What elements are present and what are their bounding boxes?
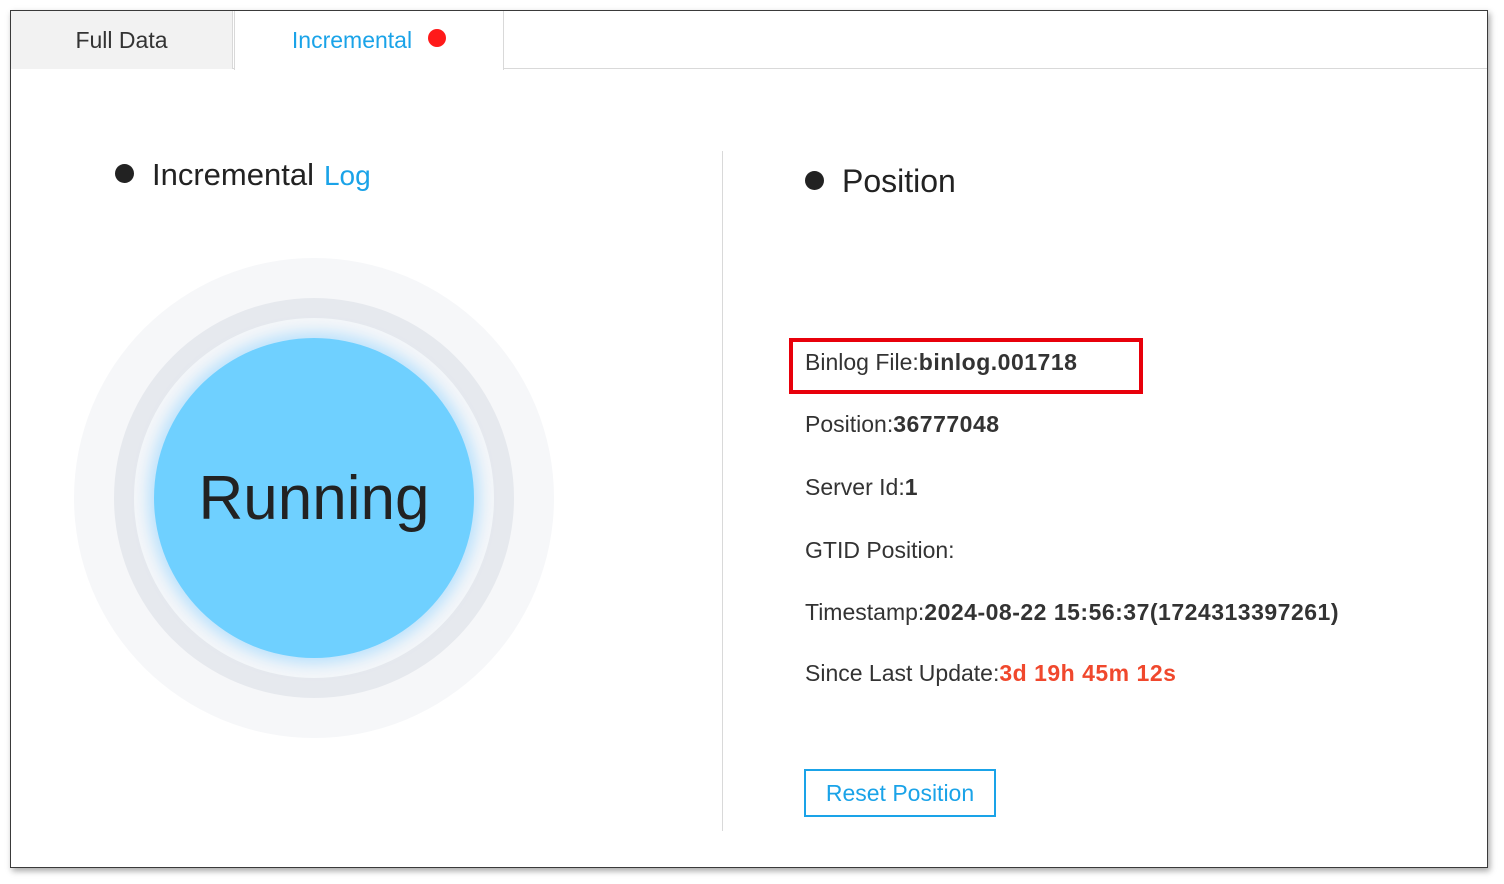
- position-row: Position:36777048: [805, 411, 1000, 438]
- reset-position-button[interactable]: Reset Position: [804, 769, 996, 817]
- status-indicator: Running: [154, 338, 474, 658]
- app-frame: Full Data Incremental Incremental Log Ru…: [10, 10, 1488, 868]
- incremental-log-heading: Incremental Log: [115, 157, 371, 193]
- position-value: 36777048: [893, 411, 1000, 437]
- since-last-update-row: Since Last Update:3d 19h 45m 12s: [805, 660, 1176, 687]
- timestamp-row: Timestamp:2024-08-22 15:56:37(1724313397…: [805, 599, 1339, 626]
- binlog-file-value: binlog.001718: [918, 349, 1078, 375]
- reset-position-label: Reset Position: [825, 779, 975, 806]
- position-title: Position: [842, 163, 956, 199]
- position-label: Position:: [805, 411, 894, 437]
- tab-bar: Full Data Incremental: [11, 11, 1487, 70]
- server-id-row: Server Id:1: [805, 474, 918, 501]
- position-heading: Position: [805, 163, 956, 200]
- gtid-position-label: GTID Position:: [805, 537, 955, 563]
- timestamp-value: 2024-08-22 15:56:37(1724313397261): [924, 599, 1339, 625]
- since-last-update-value: 3d 19h 45m 12s: [999, 660, 1177, 686]
- status-text: Running: [198, 463, 430, 533]
- binlog-file-row: Binlog File:binlog.001718: [805, 349, 1077, 376]
- timestamp-label: Timestamp:: [805, 599, 925, 625]
- tab-full-data-label: Full Data: [75, 26, 168, 53]
- server-id-label: Server Id:: [805, 474, 905, 500]
- binlog-file-label: Binlog File:: [805, 349, 919, 375]
- tab-incremental-label: Incremental: [291, 27, 413, 53]
- gtid-position-row: GTID Position:: [805, 537, 955, 564]
- alert-dot-icon: [428, 28, 447, 47]
- panel-divider: [722, 151, 723, 831]
- server-id-value: 1: [904, 474, 919, 500]
- tab-incremental[interactable]: Incremental: [234, 11, 504, 70]
- tab-full-data[interactable]: Full Data: [11, 11, 233, 69]
- bullet-icon: [805, 171, 824, 190]
- bullet-icon: [115, 164, 134, 183]
- incremental-title: Incremental: [152, 157, 314, 192]
- since-last-update-label: Since Last Update:: [805, 660, 1000, 686]
- log-link[interactable]: Log: [324, 160, 371, 192]
